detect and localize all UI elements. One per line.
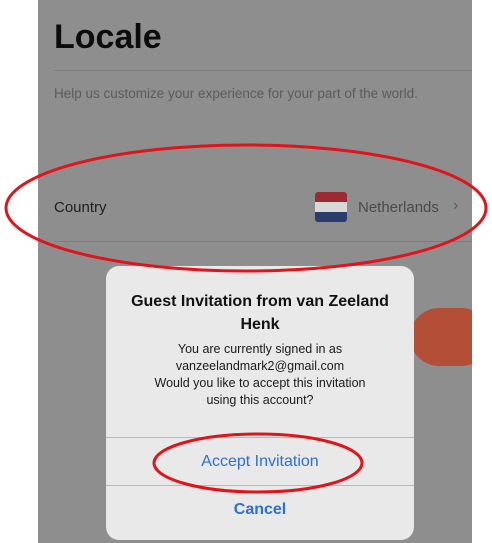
cancel-button[interactable]: Cancel	[106, 486, 414, 534]
message-line: You are currently signed in as	[177, 342, 343, 356]
dialog-title: Guest Invitation from van Zeeland Henk	[131, 293, 389, 333]
chevron-right-icon: ›	[453, 197, 459, 214]
country-label: Country	[54, 199, 107, 216]
background-continue-button	[410, 308, 472, 366]
accept-invitation-button[interactable]: Accept Invitation	[106, 438, 414, 486]
row-divider	[54, 241, 472, 242]
title-divider	[54, 70, 472, 71]
netherlands-flag-icon	[315, 192, 347, 222]
country-value: Netherlands	[358, 199, 439, 216]
country-row[interactable]: Country Netherlands ›	[38, 174, 472, 242]
help-text: Help us customize your experience for yo…	[54, 86, 418, 101]
dialog-message: You are currently signed in as vanzeelan…	[120, 341, 400, 409]
signed-in-email: vanzeelandmark2@gmail.com	[175, 359, 345, 373]
message-line: using this account?	[206, 393, 314, 407]
page-title: Locale	[54, 18, 162, 56]
message-line: Would you like to accept this invitation	[154, 376, 366, 390]
invitation-dialog: Guest Invitation from van Zeeland Henk Y…	[106, 266, 414, 540]
